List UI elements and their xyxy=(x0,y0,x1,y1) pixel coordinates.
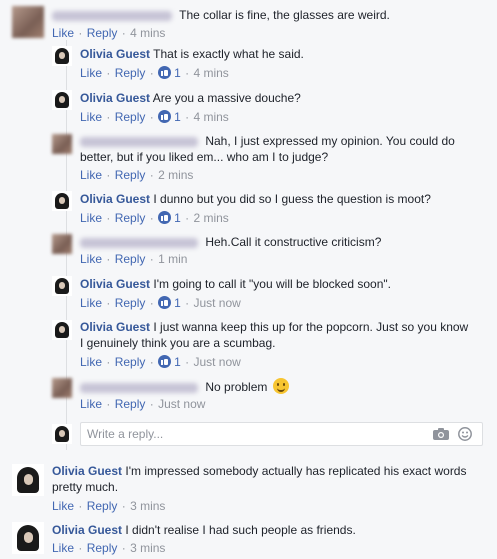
comment-text: The collar is fine, the glasses are weir… xyxy=(179,8,390,22)
avatar[interactable] xyxy=(12,6,44,38)
comment-item: Olivia Guest I dunno but you did so I gu… xyxy=(0,189,497,229)
like-link[interactable]: Like xyxy=(52,541,74,555)
like-count[interactable]: 1 xyxy=(174,211,181,225)
comment-text: Are you a massive douche? xyxy=(152,91,301,105)
commenter-name[interactable]: Olivia Guest xyxy=(80,91,150,105)
like-link[interactable]: Like xyxy=(80,110,102,124)
comment-item: Olivia Guest I just wanna keep this up f… xyxy=(0,318,497,374)
comment-text: I'm impressed somebody actually has repl… xyxy=(125,464,467,478)
thumbs-up-icon[interactable] xyxy=(158,211,172,224)
reply-link[interactable]: Reply xyxy=(87,541,118,555)
avatar[interactable] xyxy=(52,46,72,66)
timestamp[interactable]: 3 mins xyxy=(130,541,165,555)
avatar[interactable] xyxy=(52,234,72,254)
commenter-name-blurred[interactable] xyxy=(52,10,172,21)
comment-item: No problem Like · Reply · Just now xyxy=(0,376,497,416)
commenter-name[interactable]: Olivia Guest xyxy=(52,464,122,478)
thumbs-up-icon[interactable] xyxy=(158,110,172,123)
comment-text: I didn't realise I had such people as fr… xyxy=(125,523,356,537)
thumbs-up-icon[interactable] xyxy=(158,355,172,368)
commenter-name-blurred[interactable] xyxy=(80,136,198,147)
reply-link[interactable]: Reply xyxy=(115,110,146,124)
commenter-name-blurred[interactable] xyxy=(80,382,198,393)
camera-icon[interactable] xyxy=(433,428,449,440)
commenter-name-blurred[interactable] xyxy=(80,237,198,248)
reply-link[interactable]: Reply xyxy=(87,26,118,40)
reply-input[interactable] xyxy=(87,427,417,441)
comment-text: Heh.Call it constructive criticism? xyxy=(205,235,382,249)
thumbs-up-icon[interactable] xyxy=(158,296,172,309)
like-count[interactable]: 1 xyxy=(174,355,181,369)
sticker-icon[interactable] xyxy=(458,427,472,441)
comment-item: Olivia Guest I didn't realise I had such… xyxy=(0,520,497,559)
comment-item: The collar is fine, the glasses are weir… xyxy=(0,0,497,42)
avatar[interactable] xyxy=(52,134,72,154)
smile-emoji-icon xyxy=(272,378,289,394)
avatar[interactable] xyxy=(52,320,72,340)
like-link[interactable]: Like xyxy=(80,397,102,411)
thumbs-up-icon[interactable] xyxy=(158,66,172,79)
timestamp[interactable]: 3 mins xyxy=(130,499,165,513)
avatar[interactable] xyxy=(12,522,44,554)
comment-item: Olivia Guest I'm impressed somebody actu… xyxy=(0,462,497,516)
reply-link[interactable]: Reply xyxy=(87,499,118,513)
comment-text: I'm going to call it "you will be blocke… xyxy=(153,277,391,291)
reply-box[interactable] xyxy=(80,422,483,446)
reply-link[interactable]: Reply xyxy=(115,66,146,80)
like-link[interactable]: Like xyxy=(52,26,74,40)
reply-link[interactable]: Reply xyxy=(115,168,146,182)
avatar[interactable] xyxy=(12,464,44,496)
comment-text: That is exactly what he said. xyxy=(153,47,304,61)
timestamp[interactable]: Just now xyxy=(193,355,240,369)
commenter-name[interactable]: Olivia Guest xyxy=(80,192,150,206)
reply-link[interactable]: Reply xyxy=(115,211,146,225)
comment-text: I dunno but you did so I guess the quest… xyxy=(153,192,431,206)
like-link[interactable]: Like xyxy=(80,211,102,225)
commenter-name[interactable]: Olivia Guest xyxy=(80,320,150,334)
like-count[interactable]: 1 xyxy=(174,66,181,80)
comment-item: Olivia Guest That is exactly what he sai… xyxy=(0,44,497,84)
avatar[interactable] xyxy=(52,378,72,398)
timestamp[interactable]: 2 mins xyxy=(193,211,228,225)
comment-text-continued: pretty much. xyxy=(52,480,119,494)
comment-item: Nah, I just expressed my opinion. You co… xyxy=(0,132,497,188)
timestamp[interactable]: 1 min xyxy=(158,252,187,266)
like-count[interactable]: 1 xyxy=(174,296,181,310)
comment-text-continued: I genuinely think you are a scumbag. xyxy=(80,336,276,350)
current-user-avatar xyxy=(52,424,72,444)
comment-text-continued: better, but if you liked em... who am I … xyxy=(80,150,329,164)
timestamp[interactable]: Just now xyxy=(158,397,205,411)
timestamp[interactable]: Just now xyxy=(193,296,240,310)
commenter-name[interactable]: Olivia Guest xyxy=(52,523,122,537)
avatar[interactable] xyxy=(52,276,72,296)
timestamp[interactable]: 4 mins xyxy=(193,110,228,124)
comment-item: Olivia Guest Are you a massive douche? L… xyxy=(0,88,497,128)
avatar[interactable] xyxy=(52,90,72,110)
timestamp[interactable]: 2 mins xyxy=(158,168,193,182)
reply-link[interactable]: Reply xyxy=(115,296,146,310)
like-link[interactable]: Like xyxy=(80,355,102,369)
commenter-name[interactable]: Olivia Guest xyxy=(80,47,150,61)
comment-text: No problem xyxy=(205,380,268,394)
comment-item: Heh.Call it constructive criticism? Like… xyxy=(0,232,497,272)
comment-item: Olivia Guest I'm going to call it "you w… xyxy=(0,274,497,314)
comment-text: Nah, I just expressed my opinion. You co… xyxy=(205,134,455,148)
comment-text: I just wanna keep this up for the popcor… xyxy=(153,320,469,334)
like-link[interactable]: Like xyxy=(80,252,102,266)
reply-link[interactable]: Reply xyxy=(115,355,146,369)
reply-link[interactable]: Reply xyxy=(115,397,146,411)
like-link[interactable]: Like xyxy=(80,168,102,182)
reply-link[interactable]: Reply xyxy=(115,252,146,266)
like-link[interactable]: Like xyxy=(80,66,102,80)
timestamp[interactable]: 4 mins xyxy=(193,66,228,80)
like-link[interactable]: Like xyxy=(52,499,74,513)
like-count[interactable]: 1 xyxy=(174,110,181,124)
avatar[interactable] xyxy=(52,191,72,211)
timestamp[interactable]: 4 mins xyxy=(130,26,165,40)
commenter-name[interactable]: Olivia Guest xyxy=(80,277,150,291)
like-link[interactable]: Like xyxy=(80,296,102,310)
